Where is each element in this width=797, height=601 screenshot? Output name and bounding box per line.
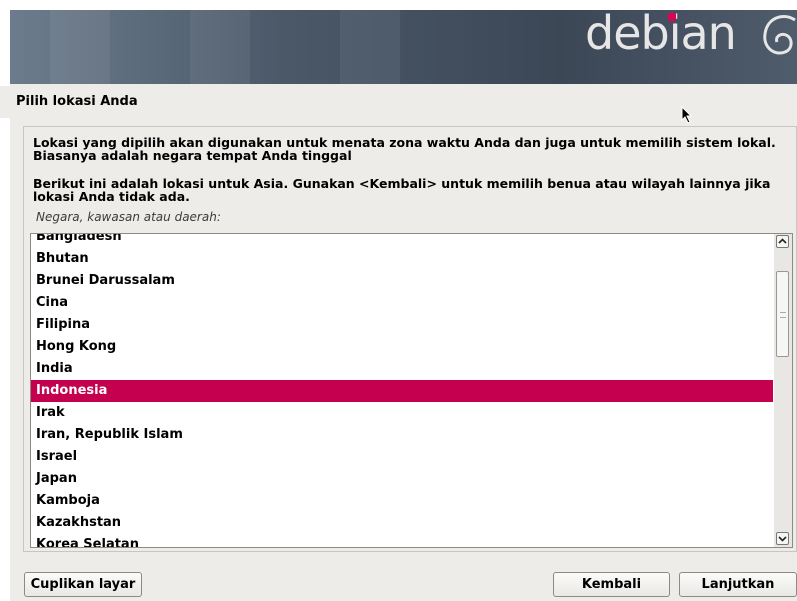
page-title: Pilih lokasi Anda (0, 86, 797, 118)
description-text: Lokasi yang dipilih akan digunakan untuk… (33, 135, 776, 163)
grip-icon (780, 312, 786, 318)
scroll-down-button[interactable] (776, 532, 789, 545)
screenshot-button[interactable]: Cuplikan layar (24, 572, 142, 597)
list-item-kazakhstan[interactable]: Kazakhstan (31, 512, 773, 534)
country-listbox[interactable]: Bangladesh Bhutan Brunei Darussalam Cina… (30, 233, 793, 548)
list-item-iran[interactable]: Iran, Republik Islam (31, 424, 773, 446)
debian-swirl-icon (763, 15, 796, 55)
field-label: Negara, kawasan atau daerah: (36, 210, 221, 224)
list-item-brunei[interactable]: Brunei Darussalam (31, 270, 773, 292)
list-item-israel[interactable]: Israel (31, 446, 773, 468)
scroll-up-button[interactable] (776, 235, 789, 248)
debian-logo-text: debian (585, 6, 737, 60)
continue-button[interactable]: Lanjutkan (679, 572, 797, 597)
list-item-hong-kong[interactable]: Hong Kong (31, 336, 773, 358)
list-item-japan[interactable]: Japan (31, 468, 773, 490)
list-item-indonesia[interactable]: Indonesia (31, 380, 773, 402)
list-item-irak[interactable]: Irak (31, 402, 773, 424)
debian-logo-dot (668, 13, 676, 21)
list-item-kamboja[interactable]: Kamboja (31, 490, 773, 512)
banner-streak (190, 10, 250, 84)
banner-streak (50, 10, 110, 84)
mouse-cursor-icon (681, 106, 693, 124)
banner-streak (340, 10, 400, 84)
list-item-bhutan[interactable]: Bhutan (31, 248, 773, 270)
back-button[interactable]: Kembali (553, 572, 670, 597)
list-item-cina[interactable]: Cina (31, 292, 773, 314)
list-item-korea-selatan[interactable]: Korea Selatan (31, 534, 773, 547)
chevron-up-icon (778, 238, 787, 244)
list-item-bangladesh[interactable]: Bangladesh (31, 234, 773, 248)
region-description-text: Berikut ini adalah lokasi untuk Asia. Gu… (33, 176, 771, 204)
scroll-thumb[interactable] (776, 271, 789, 357)
chevron-down-icon (778, 536, 787, 542)
list-item-india[interactable]: India (31, 358, 773, 380)
list-scrollbar[interactable] (774, 234, 792, 547)
list-item-filipina[interactable]: Filipina (31, 314, 773, 336)
